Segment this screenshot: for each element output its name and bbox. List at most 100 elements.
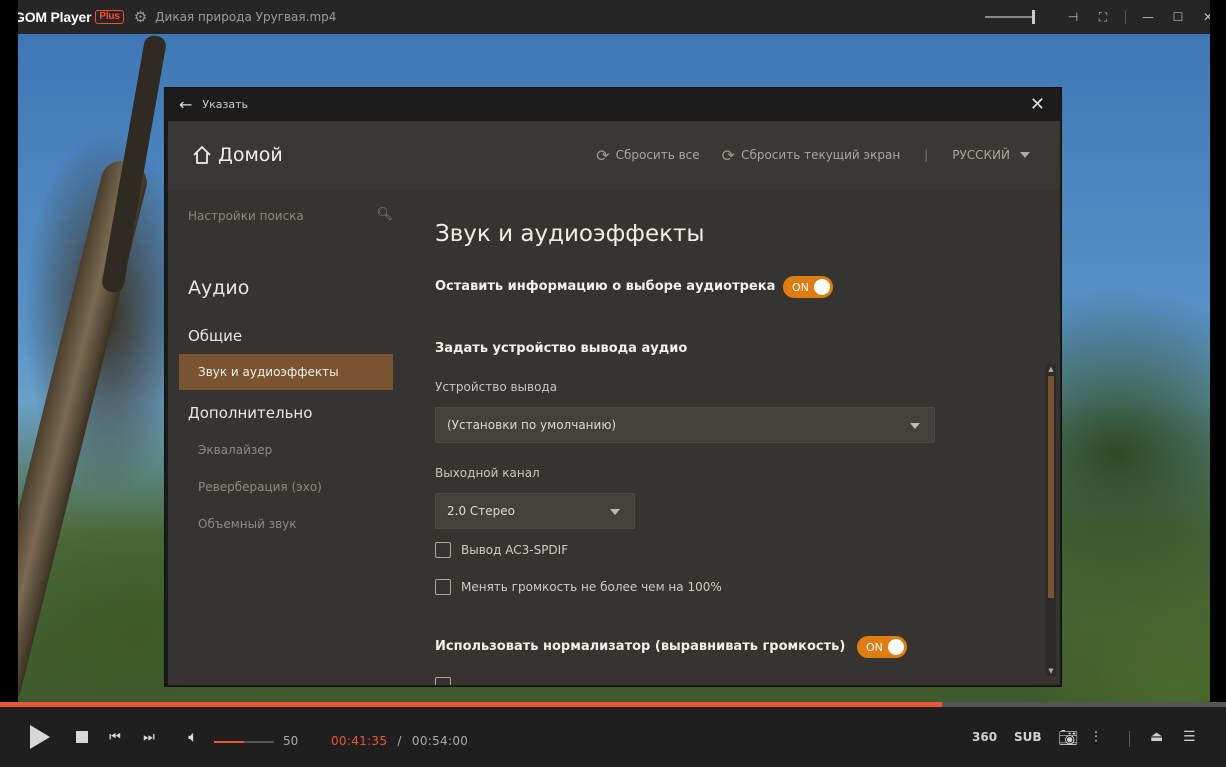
reset-current-button[interactable]: ⟳ Сбросить текущий экран <box>722 146 901 165</box>
group-advanced[interactable]: Дополнительно <box>188 404 312 422</box>
app-logo[interactable]: GOM Player Plus <box>14 9 124 25</box>
eject-button[interactable]: ⏏ <box>1150 707 1163 767</box>
stop-button[interactable] <box>74 707 90 767</box>
playlist-button[interactable]: ☰ <box>1183 707 1196 767</box>
language-label: РУССКИЙ <box>952 148 1010 162</box>
output-section-title: Задать устройство вывода аудио <box>435 341 688 356</box>
eject-icon: ⏏ <box>1150 729 1164 745</box>
slider-handle[interactable] <box>1032 10 1035 24</box>
previous-button[interactable]: ⏮ <box>106 707 124 767</box>
sidebar-item-label: Реверберация (эхо) <box>198 480 322 494</box>
dialog-title: Указать <box>202 98 248 111</box>
previous-icon: ⏮ <box>109 729 121 745</box>
fullscreen-icon[interactable]: ⛶ <box>1095 10 1111 25</box>
refresh-icon: ⟳ <box>721 145 736 165</box>
minimize-icon[interactable]: — <box>1140 10 1156 24</box>
divider <box>1125 10 1126 24</box>
control-panel-button[interactable]: ⫶ <box>1094 707 1098 767</box>
volume-slider[interactable] <box>214 741 274 743</box>
sidebar-item-equalizer[interactable]: Эквалайзер <box>179 432 393 468</box>
play-button[interactable] <box>28 707 52 767</box>
toggle-knob <box>814 279 830 295</box>
output-channel-select[interactable]: 2.0 Стерео <box>435 493 635 529</box>
close-icon[interactable]: ✕ <box>1030 94 1045 115</box>
sidebar-item-sound[interactable]: Звук и аудиоэффекты <box>179 354 393 390</box>
refresh-icon: ⟳ <box>596 145 610 165</box>
output-device-select[interactable]: (Установки по умолчанию) <box>435 407 935 443</box>
sidebar-item-label: Эквалайзер <box>198 443 273 457</box>
dialog-toolbar: Домой ⟳ Сбросить все ⟳ Сбросить текущий … <box>168 121 1060 189</box>
ac3-checkbox-row[interactable]: Вывод AC3-SPDIF <box>435 542 568 558</box>
control-bar: ⏮ ⏭ 🔈︎ 50 00:41:35 / 00:54:00 360 SUB 📷︎… <box>0 707 1226 767</box>
speaker-icon: 🔈︎ <box>188 727 198 746</box>
category-title: Аудио <box>188 277 250 299</box>
checkbox-label: Менять громкость не более чем на 100% <box>461 580 722 594</box>
reset-all-label: Сбросить все <box>615 148 700 162</box>
reset-all-button[interactable]: ⟳ Сбросить все <box>596 146 699 165</box>
scrollbar-thumb[interactable] <box>1048 376 1054 598</box>
letterbox-left <box>0 0 18 702</box>
settings-sidebar: Настройки поиска 🔍︎ Аудио Общие Звук и а… <box>168 189 404 685</box>
sidebar-item-label: Звук и аудиоэффекты <box>198 365 339 379</box>
search-input[interactable]: Настройки поиска 🔍︎ <box>188 207 393 223</box>
camera-icon: 📷︎ <box>1058 727 1079 747</box>
search-icon[interactable]: 🔍︎ <box>376 207 393 222</box>
maximize-icon[interactable]: ☐ <box>1170 10 1186 24</box>
time-display: 00:41:35 / 00:54:00 <box>331 734 468 748</box>
screenshot-button[interactable]: 📷︎ <box>1058 707 1078 767</box>
keep-track-toggle[interactable]: ON <box>783 276 833 298</box>
app-name: GOM Player <box>14 9 92 25</box>
360-label: 360 <box>972 730 998 744</box>
play-icon <box>30 725 50 749</box>
plus-badge: Plus <box>95 10 124 24</box>
home-icon <box>193 146 211 164</box>
next-button[interactable]: ⏭ <box>140 707 158 767</box>
preferences-dialog: ← Указать ✕ Домой ⟳ Сбросить все ⟳ Сброс… <box>164 87 1062 687</box>
pin-icon[interactable]: ⊣ <box>1065 10 1081 24</box>
settings-content: Звук и аудиоэффекты Оставить информацию … <box>404 189 1060 685</box>
toggle-state: ON <box>866 640 883 654</box>
subtitle-button[interactable]: SUB <box>1014 707 1042 767</box>
opacity-slider[interactable] <box>985 10 1035 24</box>
360-button[interactable]: 360 <box>972 707 997 767</box>
page-title: Звук и аудиоэффекты <box>435 221 705 247</box>
home-label: Домой <box>218 144 283 166</box>
playlist-icon: ☰ <box>1183 729 1196 745</box>
stop-icon <box>76 731 88 743</box>
ac3-checkbox[interactable] <box>435 542 451 558</box>
scrollbar[interactable]: ▲ ▼ <box>1046 364 1056 676</box>
select-value: (Установки по умолчанию) <box>447 418 617 432</box>
normalizer-label: Использовать нормализатор (выравнивать г… <box>435 639 846 654</box>
time-separator: / <box>397 734 402 748</box>
divider <box>1129 731 1130 747</box>
next-icon: ⏭ <box>143 729 155 745</box>
select-value: 2.0 Стерео <box>447 504 515 518</box>
chevron-down-icon <box>610 509 620 515</box>
device-label: Устройство вывода <box>435 380 558 394</box>
file-name: Дикая природа Уругвая.mp4 <box>155 10 337 24</box>
sidebar-item-surround[interactable]: Объемный звук <box>179 506 393 542</box>
volume-limit-checkbox[interactable] <box>435 579 451 595</box>
toggle-knob <box>888 639 904 655</box>
home-button[interactable]: Домой <box>192 144 283 166</box>
current-time: 00:41:35 <box>331 734 388 748</box>
group-general[interactable]: Общие <box>188 327 242 345</box>
volume-limit-checkbox-row[interactable]: Менять громкость не более чем на 100% <box>435 579 722 595</box>
search-placeholder: Настройки поиска <box>188 209 304 223</box>
volume-fill <box>214 741 244 743</box>
language-select[interactable]: РУССКИЙ <box>952 148 1030 162</box>
channel-label: Выходной канал <box>435 466 540 480</box>
keep-track-label: Оставить информацию о выборе аудиотрека <box>435 279 776 294</box>
mute-button[interactable]: 🔈︎ <box>182 707 204 767</box>
gear-icon[interactable]: ⚙ <box>134 8 147 26</box>
scroll-up-icon[interactable]: ▲ <box>1047 365 1055 373</box>
sidebar-item-reverb[interactable]: Реверберация (эхо) <box>179 469 393 505</box>
normalizer-toggle[interactable]: ON <box>857 636 907 658</box>
partial-checkbox[interactable] <box>435 677 451 685</box>
partial-checkbox-row[interactable] <box>435 677 451 685</box>
back-arrow-icon[interactable]: ← <box>179 95 192 114</box>
letterbox-right <box>1210 0 1226 702</box>
dialog-header: ← Указать ✕ <box>165 88 1061 121</box>
scroll-down-icon[interactable]: ▼ <box>1047 667 1055 675</box>
title-bar: GOM Player Plus ⚙ Дикая природа Уругвая.… <box>0 0 1226 34</box>
